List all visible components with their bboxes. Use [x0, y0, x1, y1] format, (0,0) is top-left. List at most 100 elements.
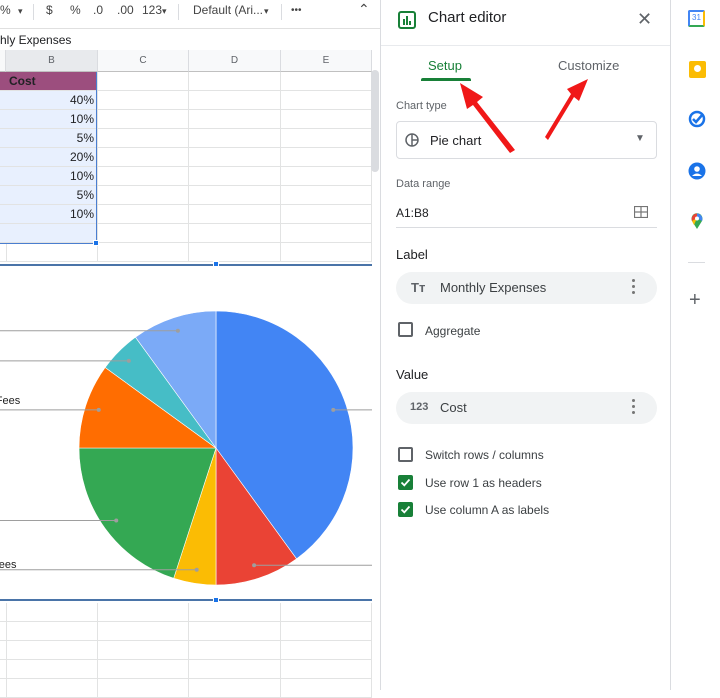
vertical-scrollbar[interactable]: [371, 70, 379, 172]
cell[interactable]: [189, 679, 281, 698]
cell[interactable]: [98, 641, 189, 660]
value-series-menu-icon[interactable]: [632, 399, 636, 417]
cell-b-value[interactable]: 10%: [6, 167, 98, 186]
data-range-input[interactable]: A1:B8: [396, 198, 657, 228]
cell[interactable]: [6, 660, 98, 679]
cell-c[interactable]: [98, 205, 189, 224]
chart-type-dropdown[interactable]: Pie chart ▼: [396, 121, 657, 159]
cell-d[interactable]: [189, 205, 281, 224]
add-icon[interactable]: +: [689, 290, 701, 310]
cell[interactable]: [98, 622, 189, 641]
cell[interactable]: [281, 603, 372, 622]
cell-c[interactable]: [98, 167, 189, 186]
cell-e[interactable]: [281, 129, 372, 148]
cell[interactable]: [98, 603, 189, 622]
cell-c[interactable]: [98, 72, 189, 91]
cell[interactable]: [6, 641, 98, 660]
use-row1-headers-checkbox[interactable]: [398, 475, 413, 490]
cell-c[interactable]: [98, 224, 189, 243]
cell[interactable]: [98, 679, 189, 698]
cell[interactable]: [6, 603, 98, 622]
cell-b[interactable]: [6, 243, 98, 262]
cell-d[interactable]: [189, 91, 281, 110]
lower-grid[interactable]: [0, 603, 372, 690]
cell-c[interactable]: [98, 148, 189, 167]
cell-e[interactable]: [281, 167, 372, 186]
font-select[interactable]: Default (Ari...: [193, 3, 263, 17]
cell-d[interactable]: [189, 129, 281, 148]
cell[interactable]: [189, 641, 281, 660]
cell-c[interactable]: [98, 110, 189, 129]
increase-decimal-button[interactable]: .00: [117, 3, 134, 17]
tab-customize[interactable]: Customize: [558, 58, 619, 73]
cell-e[interactable]: [281, 224, 372, 243]
cell[interactable]: [189, 622, 281, 641]
column-header-e[interactable]: E: [281, 50, 372, 72]
maps-icon[interactable]: [690, 212, 704, 230]
cell-b-header[interactable]: Cost: [6, 72, 98, 91]
close-icon[interactable]: ✕: [637, 9, 652, 30]
pie-chart[interactable]: grt FeesFees: [0, 266, 372, 599]
cell[interactable]: [281, 641, 372, 660]
aggregate-checkbox[interactable]: [398, 322, 413, 337]
column-header-d[interactable]: D: [189, 50, 281, 72]
tab-setup[interactable]: Setup: [428, 58, 462, 73]
cell-b-value[interactable]: 10%: [6, 110, 98, 129]
cell[interactable]: [189, 660, 281, 679]
cell[interactable]: [281, 660, 372, 679]
collapse-toolbar-icon[interactable]: ⌃: [358, 1, 370, 18]
cell[interactable]: [189, 603, 281, 622]
cell-b-value[interactable]: 20%: [6, 148, 98, 167]
cell-d[interactable]: [189, 186, 281, 205]
use-columnA-labels-checkbox[interactable]: [398, 502, 413, 517]
cell-d[interactable]: [189, 72, 281, 91]
value-series-chip[interactable]: 123 Cost: [396, 392, 657, 424]
cell-e[interactable]: [281, 148, 372, 167]
cell-d[interactable]: [189, 243, 281, 262]
cell-c[interactable]: [98, 129, 189, 148]
cell[interactable]: [281, 622, 372, 641]
cell-b[interactable]: [6, 224, 98, 243]
cell-d[interactable]: [189, 167, 281, 186]
keep-icon[interactable]: [689, 61, 706, 78]
cell[interactable]: [6, 622, 98, 641]
zoom-dropdown-icon[interactable]: ▾: [18, 6, 23, 17]
cell-b-value[interactable]: 5%: [6, 129, 98, 148]
cell-d[interactable]: [189, 148, 281, 167]
chart-resize-handle-top[interactable]: [213, 261, 219, 267]
cell[interactable]: [98, 660, 189, 679]
cell-c[interactable]: [98, 91, 189, 110]
cell[interactable]: [6, 679, 98, 698]
label-series-chip[interactable]: Tт Monthly Expenses: [396, 272, 657, 304]
cell-e[interactable]: [281, 72, 372, 91]
cell-e[interactable]: [281, 243, 372, 262]
column-header-b[interactable]: B: [6, 50, 98, 72]
percent-partial-button[interactable]: %: [0, 3, 11, 17]
cell-d[interactable]: [189, 224, 281, 243]
calendar-icon[interactable]: 31: [688, 10, 705, 27]
more-options-button[interactable]: •••: [291, 5, 302, 16]
chart-container[interactable]: grt FeesFees: [0, 264, 372, 601]
cell-e[interactable]: [281, 186, 372, 205]
cell-b-value[interactable]: 40%: [6, 91, 98, 110]
contacts-icon[interactable]: [688, 162, 706, 180]
formula-bar[interactable]: hly Expenses: [0, 28, 380, 50]
cell-c[interactable]: [98, 243, 189, 262]
selection-fill-handle[interactable]: [93, 240, 99, 246]
cell-c[interactable]: [98, 186, 189, 205]
tasks-icon[interactable]: [688, 110, 706, 128]
percent-button[interactable]: %: [70, 3, 81, 17]
cell-e[interactable]: [281, 110, 372, 129]
cell[interactable]: [281, 679, 372, 698]
column-header-c[interactable]: C: [98, 50, 189, 72]
switch-rows-columns-checkbox[interactable]: [398, 447, 413, 462]
cell-b-value[interactable]: 5%: [6, 186, 98, 205]
currency-button[interactable]: $: [46, 3, 53, 17]
cell-d[interactable]: [189, 110, 281, 129]
grid-select-icon[interactable]: [634, 206, 648, 218]
decrease-decimal-button[interactable]: .0: [93, 3, 103, 17]
label-series-menu-icon[interactable]: [632, 279, 636, 297]
cell-b-value[interactable]: 10%: [6, 205, 98, 224]
cell-e[interactable]: [281, 91, 372, 110]
cell-e[interactable]: [281, 205, 372, 224]
